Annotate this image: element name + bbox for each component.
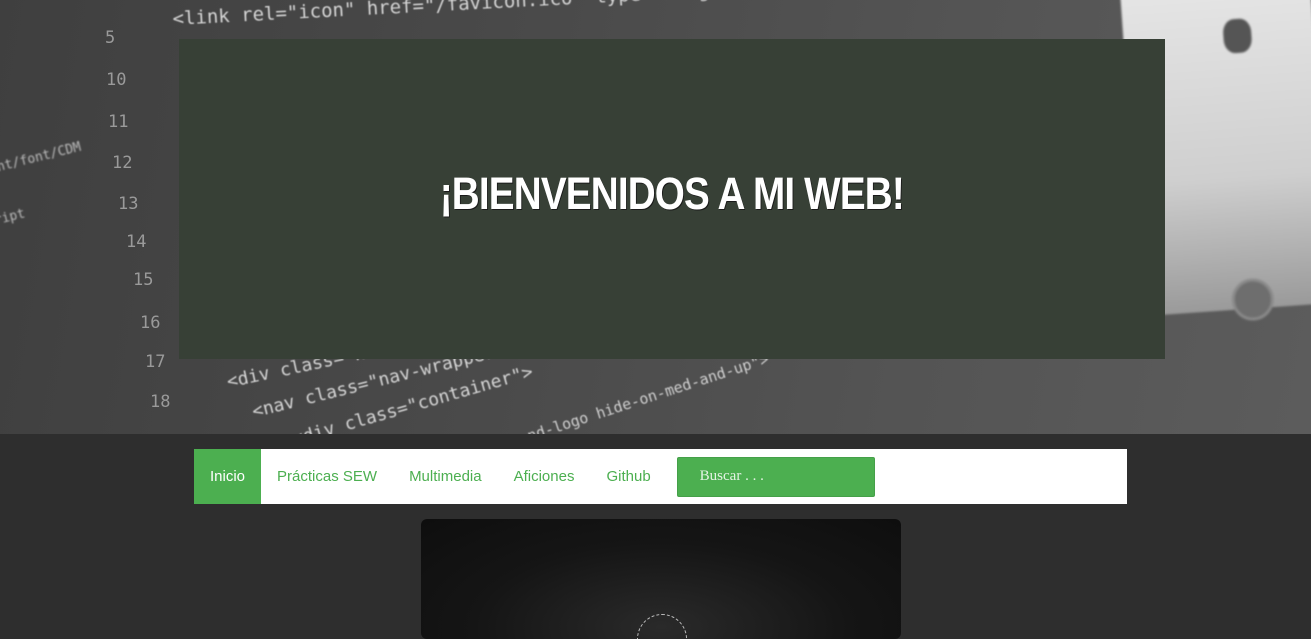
- code-background-line: <link rel="icon" href="/favicon.ico" typ…: [172, 0, 825, 30]
- nav-item-practicas-sew[interactable]: Prácticas SEW: [261, 449, 393, 504]
- welcome-banner: ¡BIENVENIDOS A MI WEB!: [179, 39, 1165, 359]
- search-input[interactable]: [697, 467, 872, 486]
- code-line-number: 18: [150, 392, 171, 412]
- code-line-number: 11: [108, 112, 129, 132]
- code-line-number: 17: [145, 352, 166, 372]
- hero-section: <link rel="icon" href="/favicon.ico" typ…: [0, 0, 1311, 434]
- code-line-number: 10: [106, 70, 127, 90]
- nav-item-inicio[interactable]: Inicio: [194, 449, 262, 504]
- code-line-number: 12: [112, 153, 133, 173]
- code-line-number: 16: [140, 313, 161, 333]
- code-line-number: 14: [126, 232, 147, 252]
- code-background-fragment: nt/font/CDM: [0, 139, 83, 176]
- page-title: ¡BIENVENIDOS A MI WEB!: [439, 168, 905, 219]
- background-decoration: [1222, 18, 1253, 54]
- search-box: [676, 456, 875, 497]
- media-player[interactable]: [421, 519, 901, 639]
- code-background-fragment: ript: [0, 206, 27, 229]
- loading-ring-icon: [637, 614, 687, 639]
- code-line-number: 13: [118, 194, 139, 214]
- nav-item-github[interactable]: Github: [590, 449, 666, 504]
- nav-item-aficiones[interactable]: Aficiones: [498, 449, 591, 504]
- code-background-line: nd-logo hide-on-med-and-up">: [525, 349, 772, 434]
- code-line-number: 15: [133, 270, 154, 290]
- background-decoration: [1230, 277, 1276, 322]
- nav-item-multimedia[interactable]: Multimedia: [393, 449, 498, 504]
- code-line-number: 5: [105, 28, 116, 48]
- main-nav: Inicio Prácticas SEW Multimedia Aficione…: [194, 449, 1127, 504]
